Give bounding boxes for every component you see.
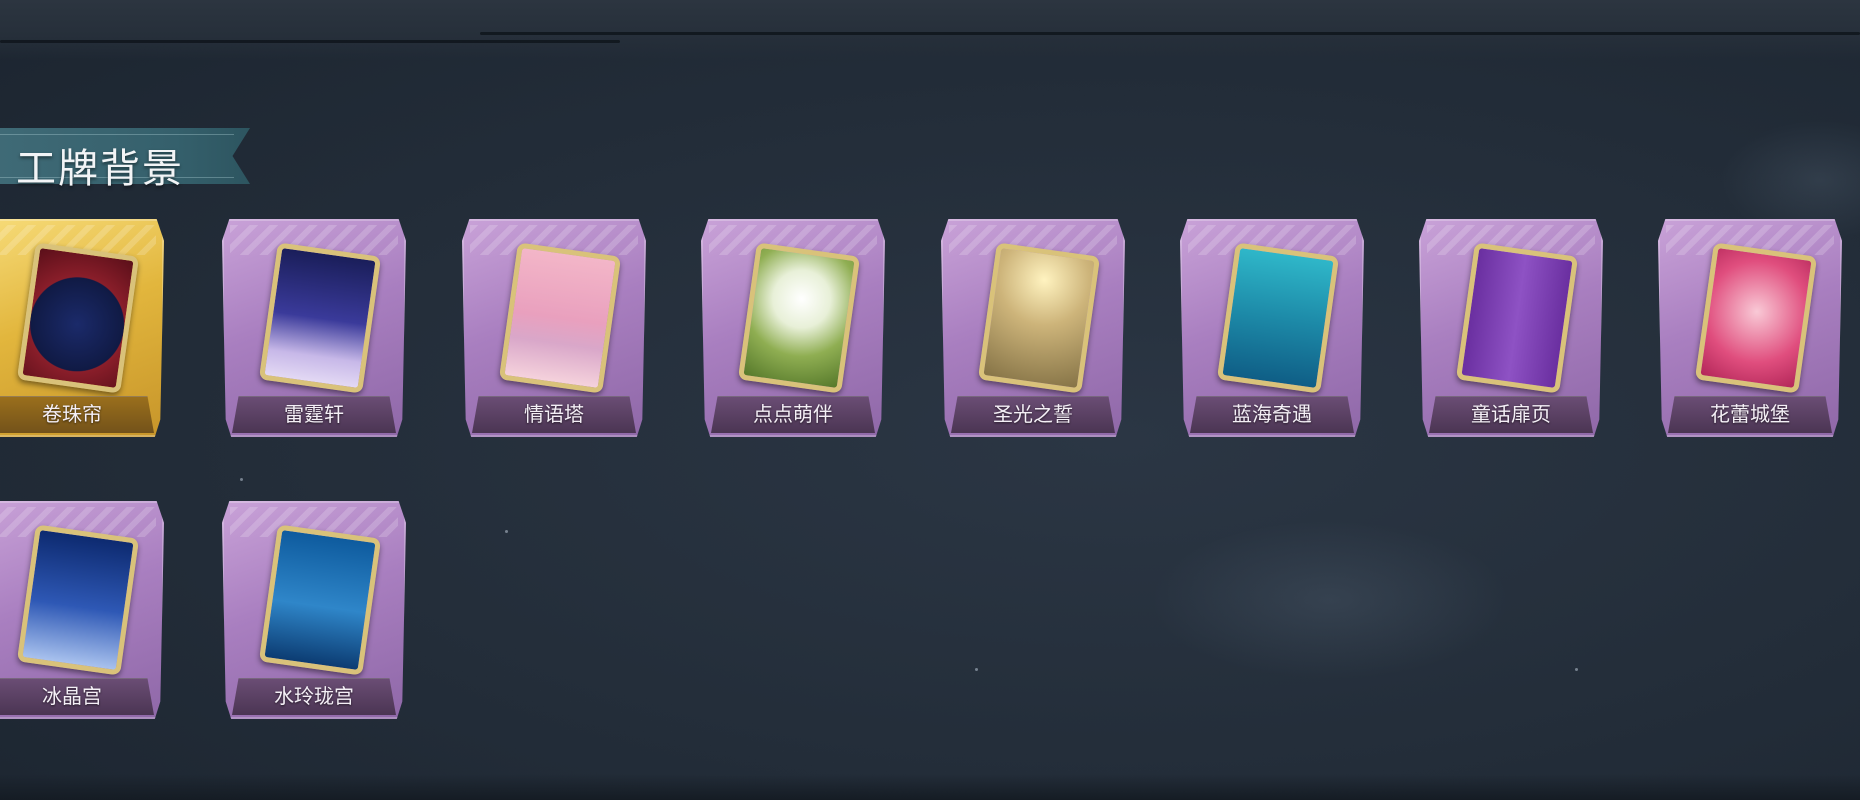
- card-label: 雷霆轩: [284, 402, 344, 426]
- card-item[interactable]: 情语塔: [462, 219, 646, 437]
- card-label: 卷珠帘: [42, 402, 102, 426]
- card-label: 情语塔: [524, 402, 584, 426]
- curtain-art: [16, 242, 140, 394]
- star-decoration: [240, 478, 243, 481]
- fairytale-curtain-art: [1455, 242, 1579, 394]
- ice-palace-art: [16, 524, 140, 676]
- card-item[interactable]: 冰晶宫: [0, 501, 164, 719]
- card-label: 水玲珑宫: [274, 684, 354, 708]
- bottom-border: [0, 774, 1860, 800]
- star-decoration: [975, 668, 978, 671]
- star-decoration: [1575, 668, 1578, 671]
- top-border: [0, 0, 1860, 60]
- mist-decoration: [1150, 520, 1510, 680]
- section-title: 工牌背景: [16, 146, 184, 192]
- card-label: 冰晶宫: [42, 684, 102, 708]
- card-item[interactable]: 卷珠帘: [0, 219, 164, 437]
- card-label: 童话扉页: [1471, 402, 1551, 426]
- meadow-art: [737, 242, 861, 394]
- card-item[interactable]: 雷霆轩: [222, 219, 406, 437]
- thunder-castle-art: [258, 242, 382, 394]
- card-label: 花蕾城堡: [1710, 402, 1790, 426]
- pink-castle-art: [1694, 242, 1818, 394]
- holy-light-art: [977, 242, 1101, 394]
- ocean-art: [1216, 242, 1340, 394]
- card-item[interactable]: 童话扉页: [1419, 219, 1603, 437]
- crack-decoration: [480, 32, 1860, 35]
- water-palace-art: [258, 524, 382, 676]
- card-label: 圣光之誓: [993, 402, 1073, 426]
- card-item[interactable]: 点点萌伴: [701, 219, 885, 437]
- card-label: 蓝海奇遇: [1232, 402, 1312, 426]
- card-item[interactable]: 水玲珑宫: [222, 501, 406, 719]
- card-item[interactable]: 花蕾城堡: [1658, 219, 1842, 437]
- card-item[interactable]: 蓝海奇遇: [1180, 219, 1364, 437]
- card-item[interactable]: 圣光之誓: [941, 219, 1125, 437]
- rose-tower-art: [498, 242, 622, 394]
- card-label: 点点萌伴: [753, 402, 833, 426]
- star-decoration: [505, 530, 508, 533]
- crack-decoration: [0, 40, 620, 43]
